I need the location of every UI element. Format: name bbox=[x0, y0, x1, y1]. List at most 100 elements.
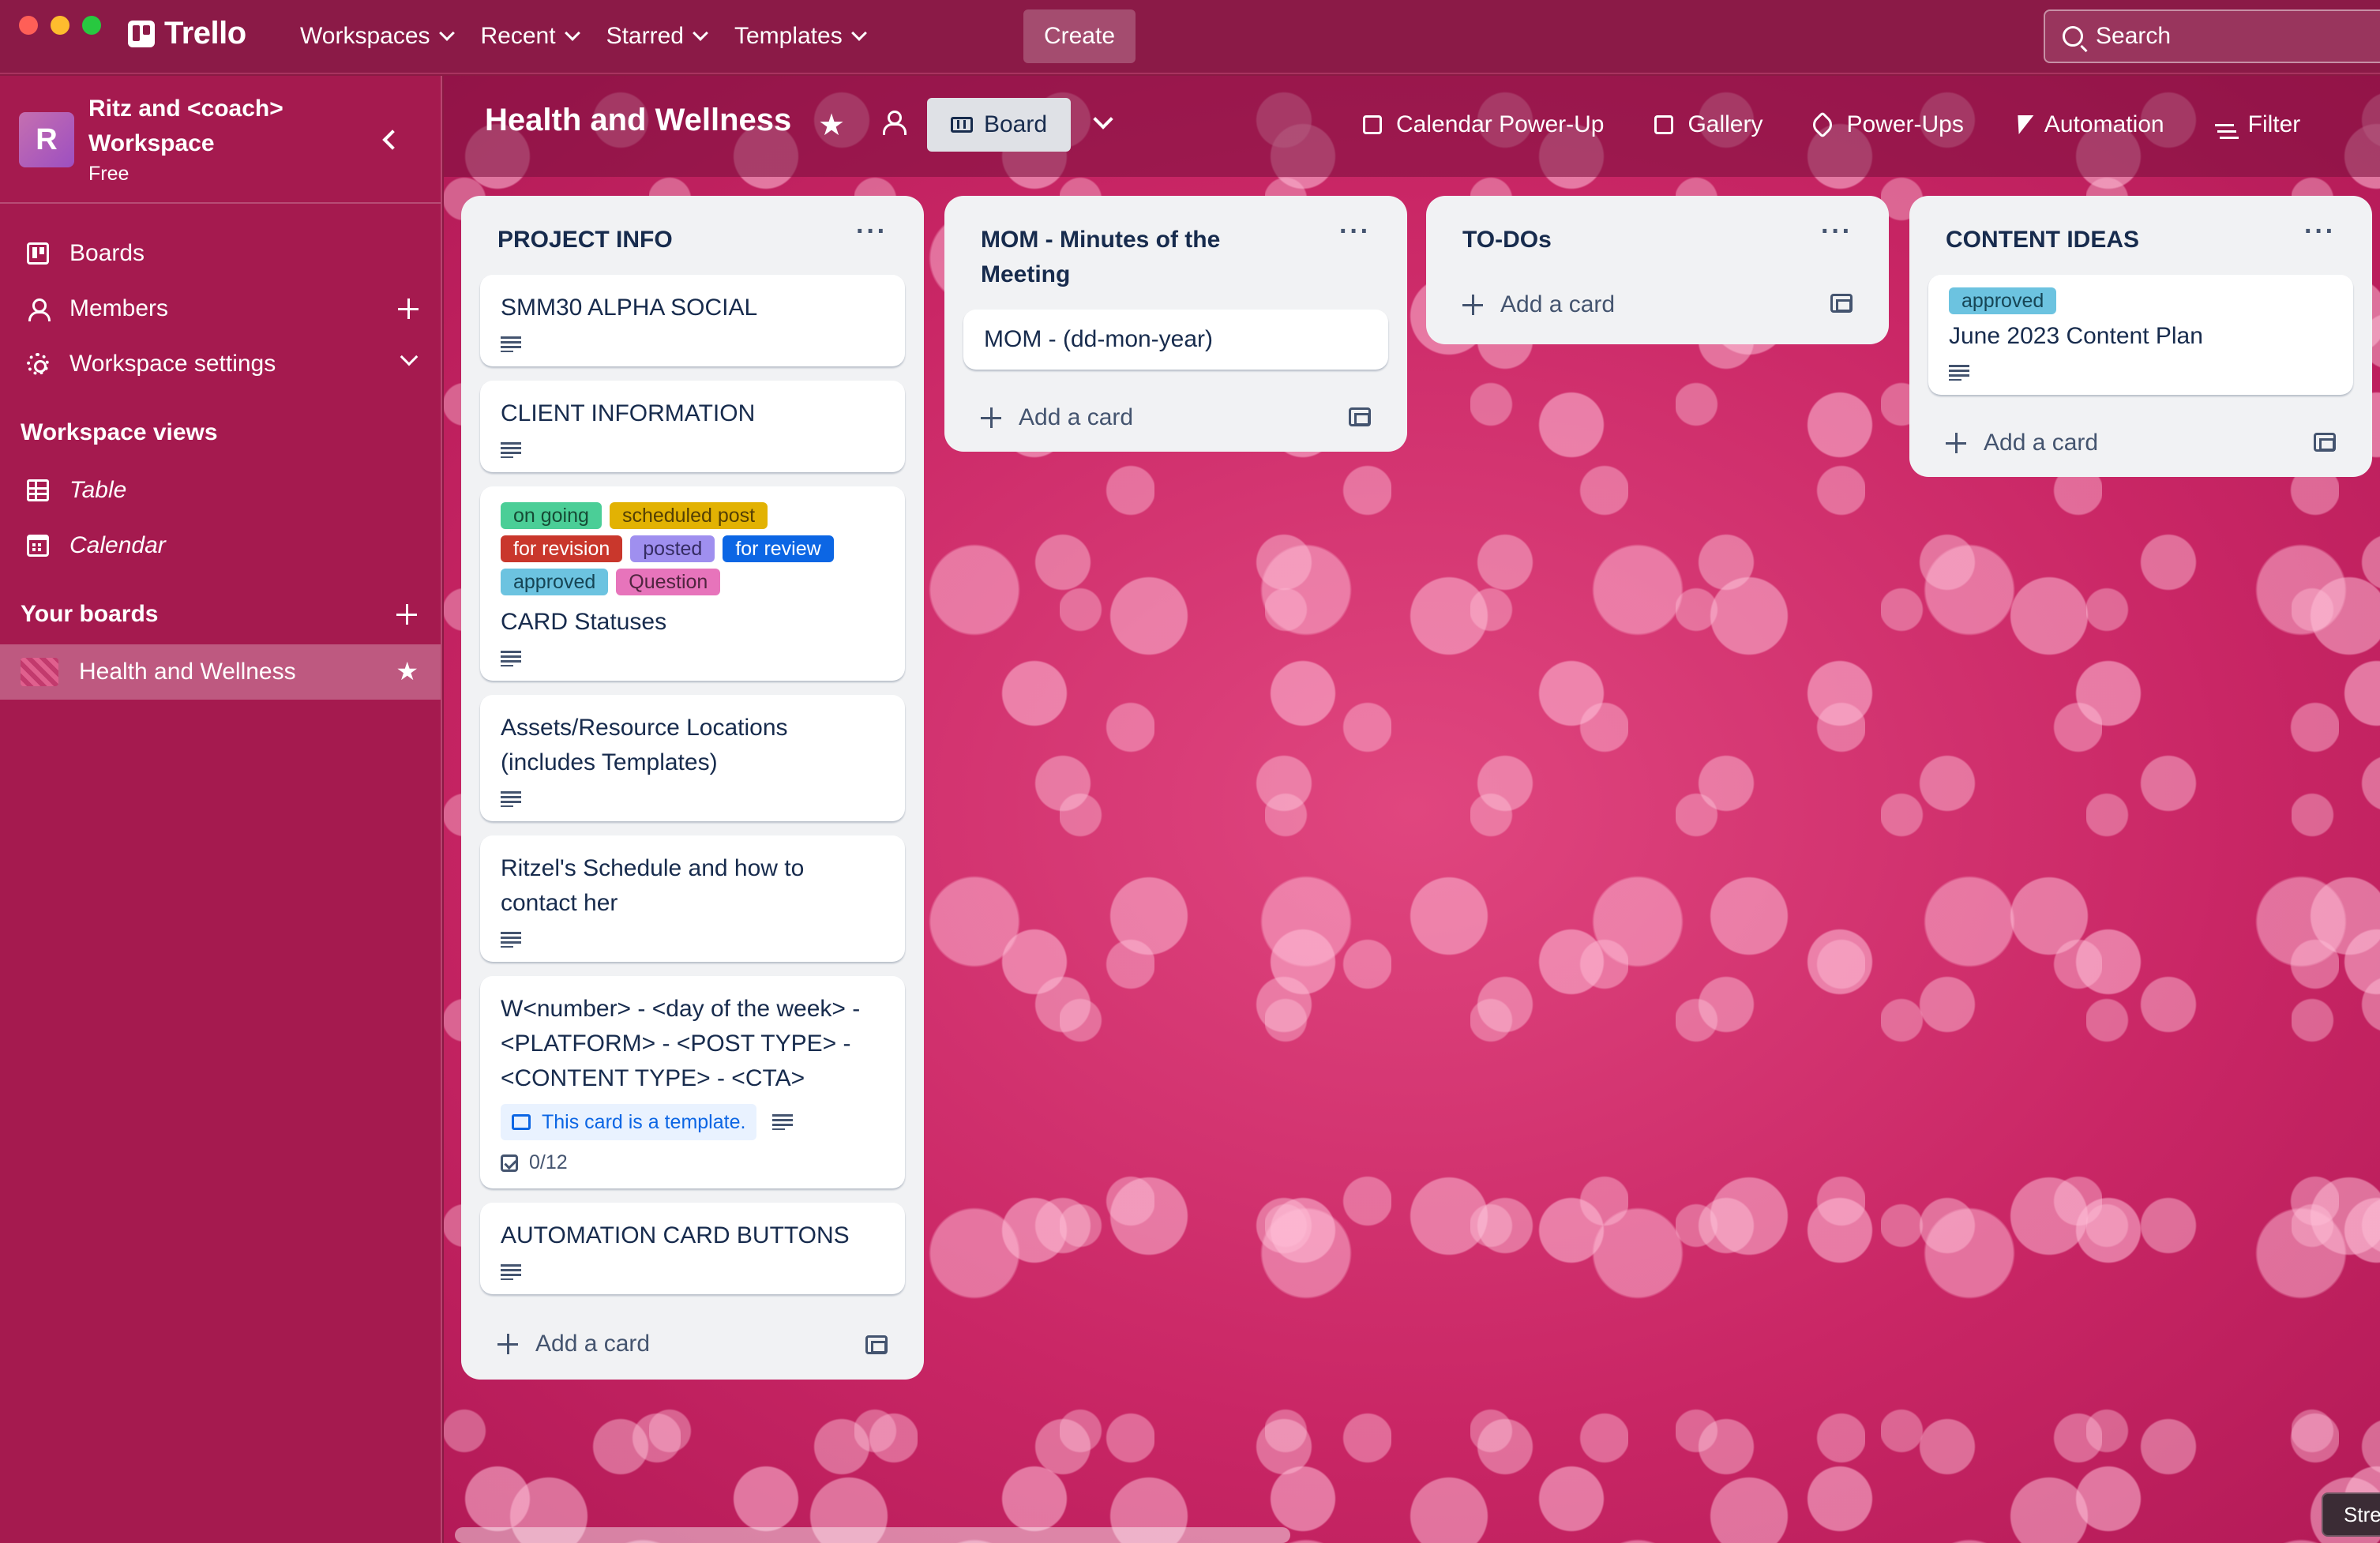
card-title: Assets/Resource Locations (includes Temp… bbox=[501, 715, 788, 775]
sidebar-board-health-and-wellness[interactable]: Health and Wellness ★ bbox=[0, 644, 441, 700]
workspace-avatar[interactable]: R bbox=[19, 112, 74, 167]
description-icon bbox=[1949, 365, 1969, 381]
sidebar-item-workspace-settings[interactable]: Workspace settings bbox=[0, 336, 441, 392]
create-from-template-icon[interactable] bbox=[865, 1335, 888, 1354]
search-input[interactable]: Search bbox=[2044, 9, 2380, 63]
chevron-down-icon bbox=[850, 25, 867, 41]
sidebar-item-label: Members bbox=[69, 295, 169, 321]
create-button[interactable]: Create bbox=[1023, 9, 1136, 63]
gallery-button[interactable]: Gallery bbox=[1654, 99, 1788, 150]
corner-button[interactable]: Stre bbox=[2322, 1492, 2380, 1537]
visibility-icon[interactable] bbox=[881, 111, 907, 135]
sidebar-item-calendar[interactable]: Calendar bbox=[0, 518, 441, 573]
description-icon bbox=[501, 1264, 521, 1280]
card-labels: on going scheduled post for revision pos… bbox=[501, 502, 895, 595]
your-boards-heading: Your boards bbox=[0, 584, 441, 644]
add-card-button[interactable]: Add a card bbox=[1928, 409, 2353, 477]
card-badges: This card is a template. bbox=[501, 1104, 884, 1140]
add-card-button[interactable]: Add a card bbox=[1445, 265, 1870, 344]
list-title[interactable]: PROJECT INFO bbox=[497, 223, 829, 257]
top-bar: Trello Workspaces Recent Starred Templat… bbox=[0, 0, 2380, 74]
label-chip[interactable]: approved bbox=[501, 569, 609, 595]
horizontal-scrollbar[interactable] bbox=[455, 1527, 1290, 1543]
board-title[interactable]: Health and Wellness bbox=[485, 103, 791, 138]
label-chip[interactable]: approved bbox=[1949, 287, 2057, 314]
close-window-button[interactable] bbox=[19, 16, 38, 35]
chevron-down-icon bbox=[564, 25, 580, 41]
more-options-icon[interactable]: ··· bbox=[856, 218, 888, 245]
nav-recent[interactable]: Recent bbox=[467, 9, 592, 63]
description-icon bbox=[501, 442, 521, 458]
list-mom: MOM - Minutes of the Meeting ··· MOM - (… bbox=[944, 196, 1407, 452]
add-card-button[interactable]: Add a card bbox=[963, 384, 1388, 452]
label-chip[interactable]: Question bbox=[616, 569, 721, 595]
chevron-down-icon[interactable] bbox=[400, 347, 419, 366]
label-chip[interactable]: posted bbox=[630, 535, 715, 562]
list-title[interactable]: CONTENT IDEAS bbox=[1946, 223, 2277, 257]
star-icon[interactable]: ★ bbox=[396, 659, 419, 684]
power-ups-button[interactable]: Power-Ups bbox=[1809, 99, 1988, 150]
chevron-down-icon bbox=[438, 25, 455, 41]
sidebar-item-label: Calendar bbox=[69, 532, 166, 558]
card[interactable]: Assets/Resource Locations (includes Temp… bbox=[480, 695, 905, 821]
card[interactable]: W<number> - <day of the week> - <PLATFOR… bbox=[480, 976, 905, 1188]
add-member-icon[interactable] bbox=[398, 298, 419, 319]
board-icon bbox=[27, 242, 49, 265]
nav-starred[interactable]: Starred bbox=[592, 9, 720, 63]
button-label: Automation bbox=[2044, 111, 2164, 137]
chevron-down-icon bbox=[693, 25, 708, 41]
more-options-icon[interactable]: ··· bbox=[2304, 218, 2336, 245]
more-options-icon[interactable]: ··· bbox=[1821, 218, 1853, 245]
star-board-icon[interactable]: ★ bbox=[818, 107, 845, 143]
card[interactable]: approved June 2023 Content Plan bbox=[1928, 275, 2353, 395]
label-chip[interactable]: for revision bbox=[501, 535, 623, 562]
list-title[interactable]: MOM - Minutes of the Meeting bbox=[981, 223, 1297, 292]
description-icon bbox=[501, 791, 521, 807]
workspace-name: Ritz and <coach> Workspace bbox=[88, 96, 283, 156]
calendar-icon bbox=[1363, 115, 1382, 134]
sidebar-item-table[interactable]: Table bbox=[0, 463, 441, 518]
add-card-button[interactable]: Add a card bbox=[480, 1308, 905, 1380]
board-view-button[interactable]: Board bbox=[927, 98, 1071, 152]
card[interactable]: MOM - (dd-mon-year) bbox=[963, 310, 1388, 370]
card[interactable]: AUTOMATION CARD BUTTONS bbox=[480, 1203, 905, 1294]
card[interactable]: on going scheduled post for revision pos… bbox=[480, 486, 905, 681]
template-badge: This card is a template. bbox=[501, 1104, 757, 1140]
calendar-powerup-button[interactable]: Calendar Power-Up bbox=[1363, 99, 1629, 150]
more-options-icon[interactable]: ··· bbox=[1339, 218, 1371, 245]
nav-templates[interactable]: Templates bbox=[720, 9, 879, 63]
plus-icon bbox=[497, 1334, 518, 1354]
filter-button[interactable]: Filter bbox=[2214, 99, 2326, 150]
list-title[interactable]: TO-DOs bbox=[1462, 223, 1794, 257]
card[interactable]: CLIENT INFORMATION bbox=[480, 381, 905, 472]
maximize-window-button[interactable] bbox=[82, 16, 101, 35]
list-to-dos: TO-DOs ··· Add a card bbox=[1426, 196, 1889, 344]
sidebar-board-label: Health and Wellness bbox=[79, 659, 296, 685]
card[interactable]: Ritzel's Schedule and how to contact her bbox=[480, 835, 905, 962]
card[interactable]: SMM30 ALPHA SOCIAL bbox=[480, 275, 905, 366]
sidebar-item-members[interactable]: Members bbox=[0, 281, 441, 336]
logo-text: Trello bbox=[164, 16, 246, 51]
workspace-plan: Free bbox=[88, 163, 130, 185]
card-title: Ritzel's Schedule and how to contact her bbox=[501, 855, 805, 916]
chevron-down-icon[interactable] bbox=[1093, 109, 1113, 130]
add-board-icon[interactable] bbox=[396, 604, 417, 625]
nav-workspaces[interactable]: Workspaces bbox=[286, 9, 467, 63]
plus-icon bbox=[981, 407, 1001, 428]
sidebar-item-boards[interactable]: Boards bbox=[0, 226, 441, 281]
add-card-label: Add a card bbox=[535, 1331, 651, 1357]
plus-icon bbox=[1946, 433, 1966, 453]
create-from-template-icon[interactable] bbox=[1349, 407, 1371, 426]
automation-button[interactable]: Automation bbox=[2010, 99, 2190, 150]
label-chip[interactable]: for review bbox=[723, 535, 834, 562]
description-icon bbox=[501, 651, 521, 666]
minimize-window-button[interactable] bbox=[51, 16, 69, 35]
create-from-template-icon[interactable] bbox=[2314, 433, 2336, 452]
trello-logo[interactable]: Trello bbox=[128, 16, 246, 51]
label-chip[interactable]: on going bbox=[501, 502, 602, 529]
collapse-sidebar-icon[interactable] bbox=[382, 130, 403, 150]
label-chip[interactable]: scheduled post bbox=[609, 502, 768, 529]
bolt-icon bbox=[2010, 115, 2034, 134]
nav-label: Recent bbox=[480, 23, 556, 49]
create-from-template-icon[interactable] bbox=[1830, 294, 1853, 313]
